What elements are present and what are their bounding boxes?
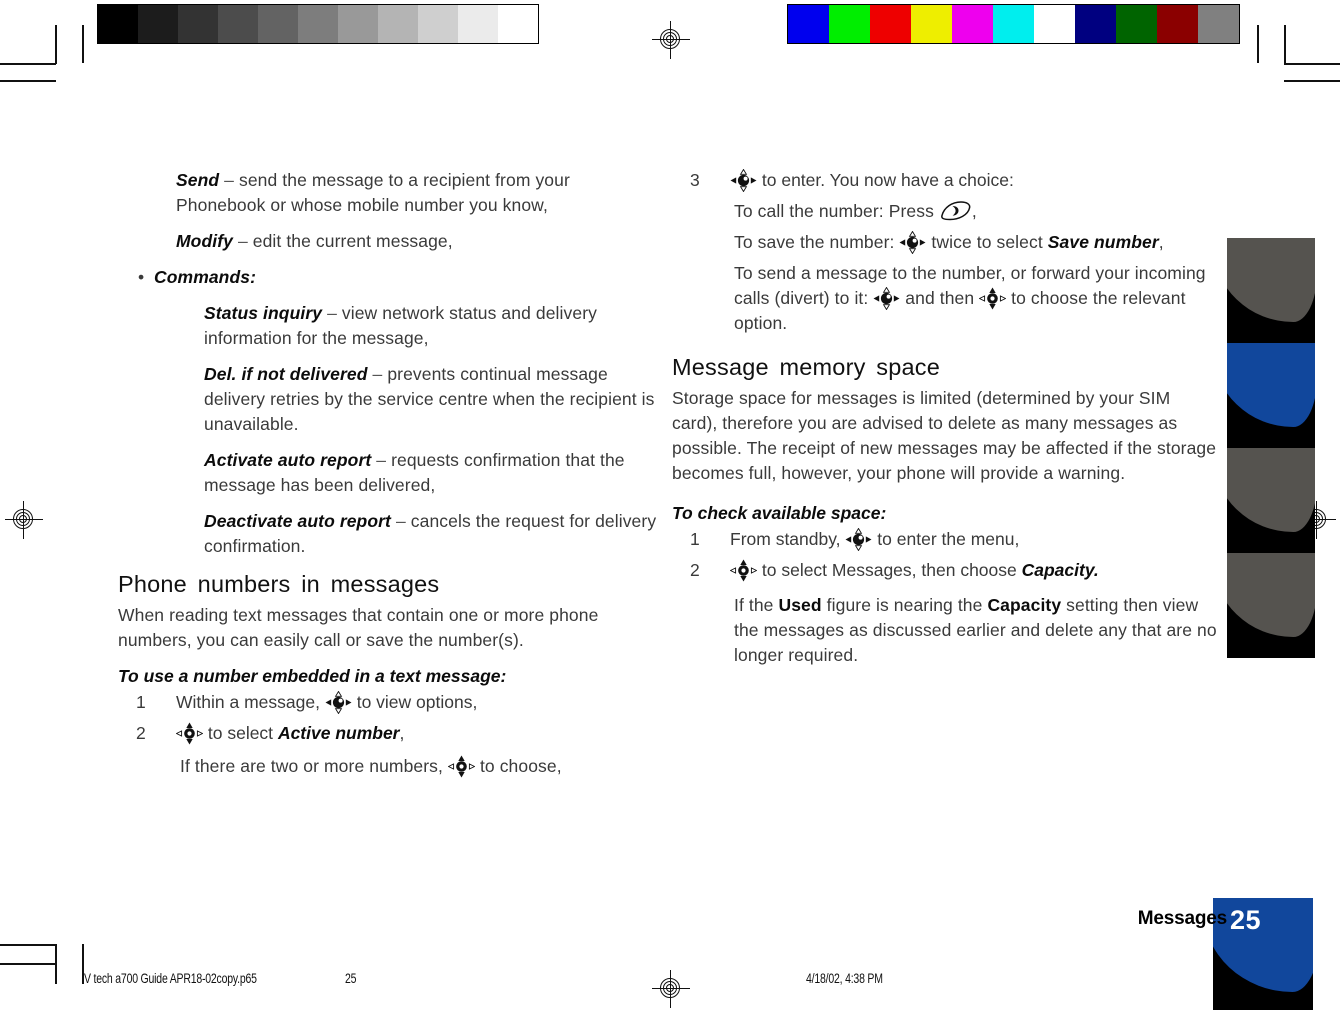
choice-send-or-divert: To send a message to the number, or forw… — [672, 261, 1217, 336]
heading-phone-numbers-in-messages: Phone numbers in messages — [118, 571, 440, 597]
step-number: 2 — [136, 723, 146, 743]
command-term: Status inquiry — [204, 303, 323, 323]
step-item: 3 to enter. You now have a choice: — [672, 168, 1217, 193]
note-text-mid: figure is nearing the — [826, 595, 983, 615]
command-term: Del. if not delivered — [204, 364, 368, 384]
command-dash: – — [327, 303, 337, 323]
step-item: 2 to select Messages, then choose Capaci… — [672, 558, 1217, 583]
capacity-note: If the Used figure is nearing the Capaci… — [672, 593, 1217, 668]
command-term: Activate auto report — [204, 450, 372, 470]
definition-send: Send – send the message to a recipient f… — [118, 168, 663, 218]
bullet-label: Commands: — [154, 267, 257, 287]
step-text: to enter. You now have a choice: — [761, 170, 1014, 190]
command-deactivate-auto-report: Deactivate auto report – cancels the req… — [118, 509, 663, 559]
step-number: 3 — [690, 170, 700, 190]
navkey-select-icon — [899, 231, 926, 254]
choice-emphasis: Save number — [1047, 232, 1159, 252]
step-text-post: to select Messages, then choose — [761, 560, 1017, 580]
step-item: 1 Within a message, to view options, — [118, 690, 663, 715]
navkey-select-icon — [873, 287, 900, 310]
note-emphasis-capacity: Capacity — [987, 595, 1062, 615]
command-status-inquiry: Status inquiry – view network status and… — [118, 301, 663, 351]
call-key-icon — [939, 201, 972, 221]
command-del-if-not-delivered: Del. if not delivered – prevents continu… — [118, 362, 663, 437]
definition-dash: – — [237, 231, 248, 251]
choice-tail: , — [1158, 232, 1164, 252]
choice-call-number: To call the number: Press , — [672, 199, 1217, 224]
definition-term: Modify — [176, 231, 233, 251]
step-emphasis: Active number — [277, 723, 400, 743]
note-text-post: to choose, — [479, 756, 562, 776]
page-content: Send – send the message to a recipient f… — [0, 0, 1340, 1010]
bullet-commands: • Commands: — [118, 265, 663, 290]
command-dash: – — [372, 364, 383, 384]
steps-list: 1 Within a message, to view options, 2 t… — [118, 690, 663, 746]
bullet-marker-icon: • — [138, 267, 145, 287]
step-number: 1 — [136, 692, 146, 712]
step-item: 1 From standby, to enter the menu, — [672, 527, 1217, 552]
note-text-pre: If the — [734, 595, 774, 615]
footer-page-number: 25 — [345, 971, 357, 988]
page-number: 25 — [1230, 905, 1262, 935]
left-column: Send – send the message to a recipient f… — [118, 168, 663, 779]
footer-file-name: V tech a700 Guide APR18-02copy.p65 — [84, 971, 257, 988]
step-text-pre: Within a message, — [176, 692, 320, 712]
definition-dash: – — [224, 170, 234, 190]
navkey-select-icon — [325, 691, 352, 714]
navkey-updown-icon — [447, 755, 475, 778]
definition-term: Send — [176, 170, 220, 190]
navkey-updown-icon — [979, 287, 1007, 310]
intro-paragraph: When reading text messages that contain … — [118, 605, 599, 650]
choice-text-post: twice to select — [931, 232, 1043, 252]
procedure-title: To use a number embedded in a text messa… — [118, 666, 507, 686]
navkey-select-icon — [730, 169, 757, 192]
navkey-updown-icon — [730, 559, 757, 582]
step-text-pre: From standby, — [730, 529, 841, 549]
command-term: Deactivate auto report — [204, 511, 391, 531]
choice-save-number: To save the number: twice to select Save… — [672, 230, 1217, 255]
step-text-post: to enter the menu, — [877, 529, 1020, 549]
right-column: 3 to enter. You now have a choice: To ca… — [672, 168, 1217, 668]
memory-intro-paragraph: Storage space for messages is limited (d… — [672, 388, 1217, 483]
note-text-pre: If there are two or more numbers, — [180, 756, 443, 776]
step-note: If there are two or more numbers, to cho… — [118, 754, 663, 779]
note-emphasis-used: Used — [778, 595, 822, 615]
choice-text-pre: To call the number: Press — [734, 201, 934, 221]
step-text-post: to view options, — [356, 692, 478, 712]
step-number: 1 — [690, 529, 700, 549]
command-dash: – — [395, 511, 406, 531]
definition-modify: Modify – edit the current message, — [118, 229, 663, 254]
step3-list: 3 to enter. You now have a choice: — [672, 168, 1217, 193]
definition-text: send the message to a recipient from you… — [176, 170, 570, 215]
step-item: 2 to select Active number, — [118, 721, 663, 746]
heading-message-memory-space: Message memory space — [672, 354, 940, 380]
step-text-post: to select — [207, 723, 274, 743]
navkey-select-icon — [845, 528, 872, 551]
navkey-updown-icon — [176, 722, 203, 745]
procedure-title: To check available space: — [672, 503, 887, 523]
steps-list: 1 From standby, to enter the menu, 2 to … — [672, 527, 1217, 583]
step-emphasis: Capacity. — [1021, 560, 1099, 580]
command-activate-auto-report: Activate auto report – requests confirma… — [118, 448, 663, 498]
choice-text-post: , — [971, 201, 977, 221]
choice-text-mid: and then — [905, 288, 975, 308]
definition-text: edit the current message, — [252, 231, 453, 251]
command-dash: – — [376, 450, 387, 470]
step-tail: , — [399, 723, 405, 743]
step-number: 2 — [690, 560, 700, 580]
footer-timestamp: 4/18/02, 4:38 PM — [806, 971, 883, 988]
choice-text-pre: To save the number: — [734, 232, 895, 252]
